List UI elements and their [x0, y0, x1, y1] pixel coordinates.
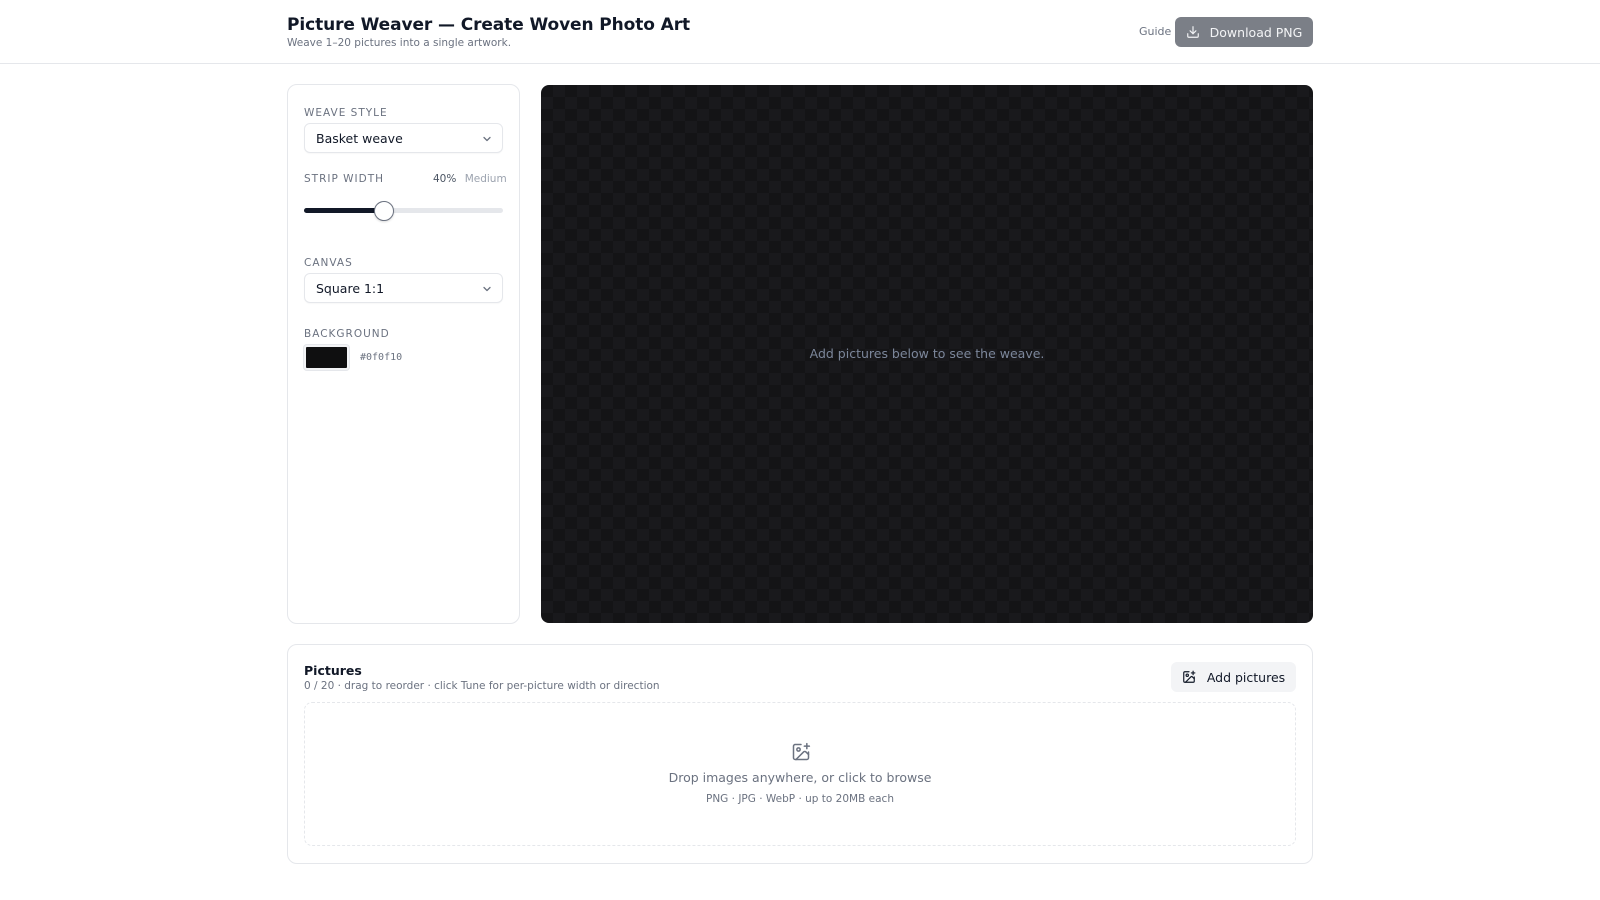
- background-label: BACKGROUND: [304, 328, 390, 340]
- chevron-down-icon: [483, 136, 491, 142]
- strip-width-readout: 40% Medium: [433, 173, 507, 185]
- weave-style-label: WEAVE STYLE: [304, 107, 388, 119]
- add-pictures-button[interactable]: Add pictures: [1171, 662, 1296, 692]
- pictures-meta: 0 / 20 · drag to reorder · click Tune fo…: [304, 680, 660, 692]
- strip-width-percent: 40%: [433, 173, 457, 185]
- pictures-title: Pictures: [304, 663, 362, 678]
- slider-fill: [304, 208, 384, 213]
- download-icon: [1186, 26, 1199, 38]
- image-plus-icon: [1182, 670, 1196, 683]
- dropzone-subtext: PNG · JPG · WebP · up to 20MB each: [706, 793, 894, 805]
- weave-preview-canvas[interactable]: Add pictures below to see the weave.: [541, 85, 1313, 623]
- top-bar: Picture Weaver — Create Woven Photo Art …: [0, 0, 1600, 64]
- weave-style-value: Basket weave: [316, 130, 403, 146]
- download-png-button[interactable]: Download PNG: [1175, 17, 1313, 47]
- slider-thumb[interactable]: [373, 201, 394, 221]
- strip-width-slider[interactable]: [304, 201, 503, 221]
- image-dropzone[interactable]: Drop images anywhere, or click to browse…: [304, 702, 1296, 846]
- download-button-label: Download PNG: [1209, 24, 1303, 40]
- background-hex: #0f0f10: [360, 352, 403, 363]
- pictures-panel: Pictures 0 / 20 · drag to reorder · clic…: [287, 644, 1313, 864]
- strip-width-label: STRIP WIDTH: [304, 173, 385, 185]
- image-plus-icon: [792, 742, 811, 761]
- canvas-value: Square 1:1: [316, 280, 385, 296]
- background-color-swatch[interactable]: [304, 345, 349, 370]
- dropzone-text: Drop images anywhere, or click to browse: [668, 770, 932, 785]
- add-pictures-label: Add pictures: [1206, 669, 1286, 685]
- settings-panel: WEAVE STYLE Basket weave STRIP WIDTH 40%…: [287, 84, 520, 624]
- page-title: Picture Weaver — Create Woven Photo Art: [287, 15, 691, 35]
- weave-style-select[interactable]: Basket weave: [304, 123, 503, 153]
- canvas-select[interactable]: Square 1:1: [304, 273, 503, 303]
- page-subtitle: Weave 1–20 pictures into a single artwor…: [287, 37, 512, 49]
- strip-width-descriptor: Medium: [464, 173, 507, 185]
- guide-link[interactable]: Guide: [1139, 25, 1171, 38]
- chevron-down-icon: [483, 286, 491, 292]
- canvas-empty-hint: Add pictures below to see the weave.: [809, 346, 1045, 361]
- canvas-label: CANVAS: [304, 257, 353, 269]
